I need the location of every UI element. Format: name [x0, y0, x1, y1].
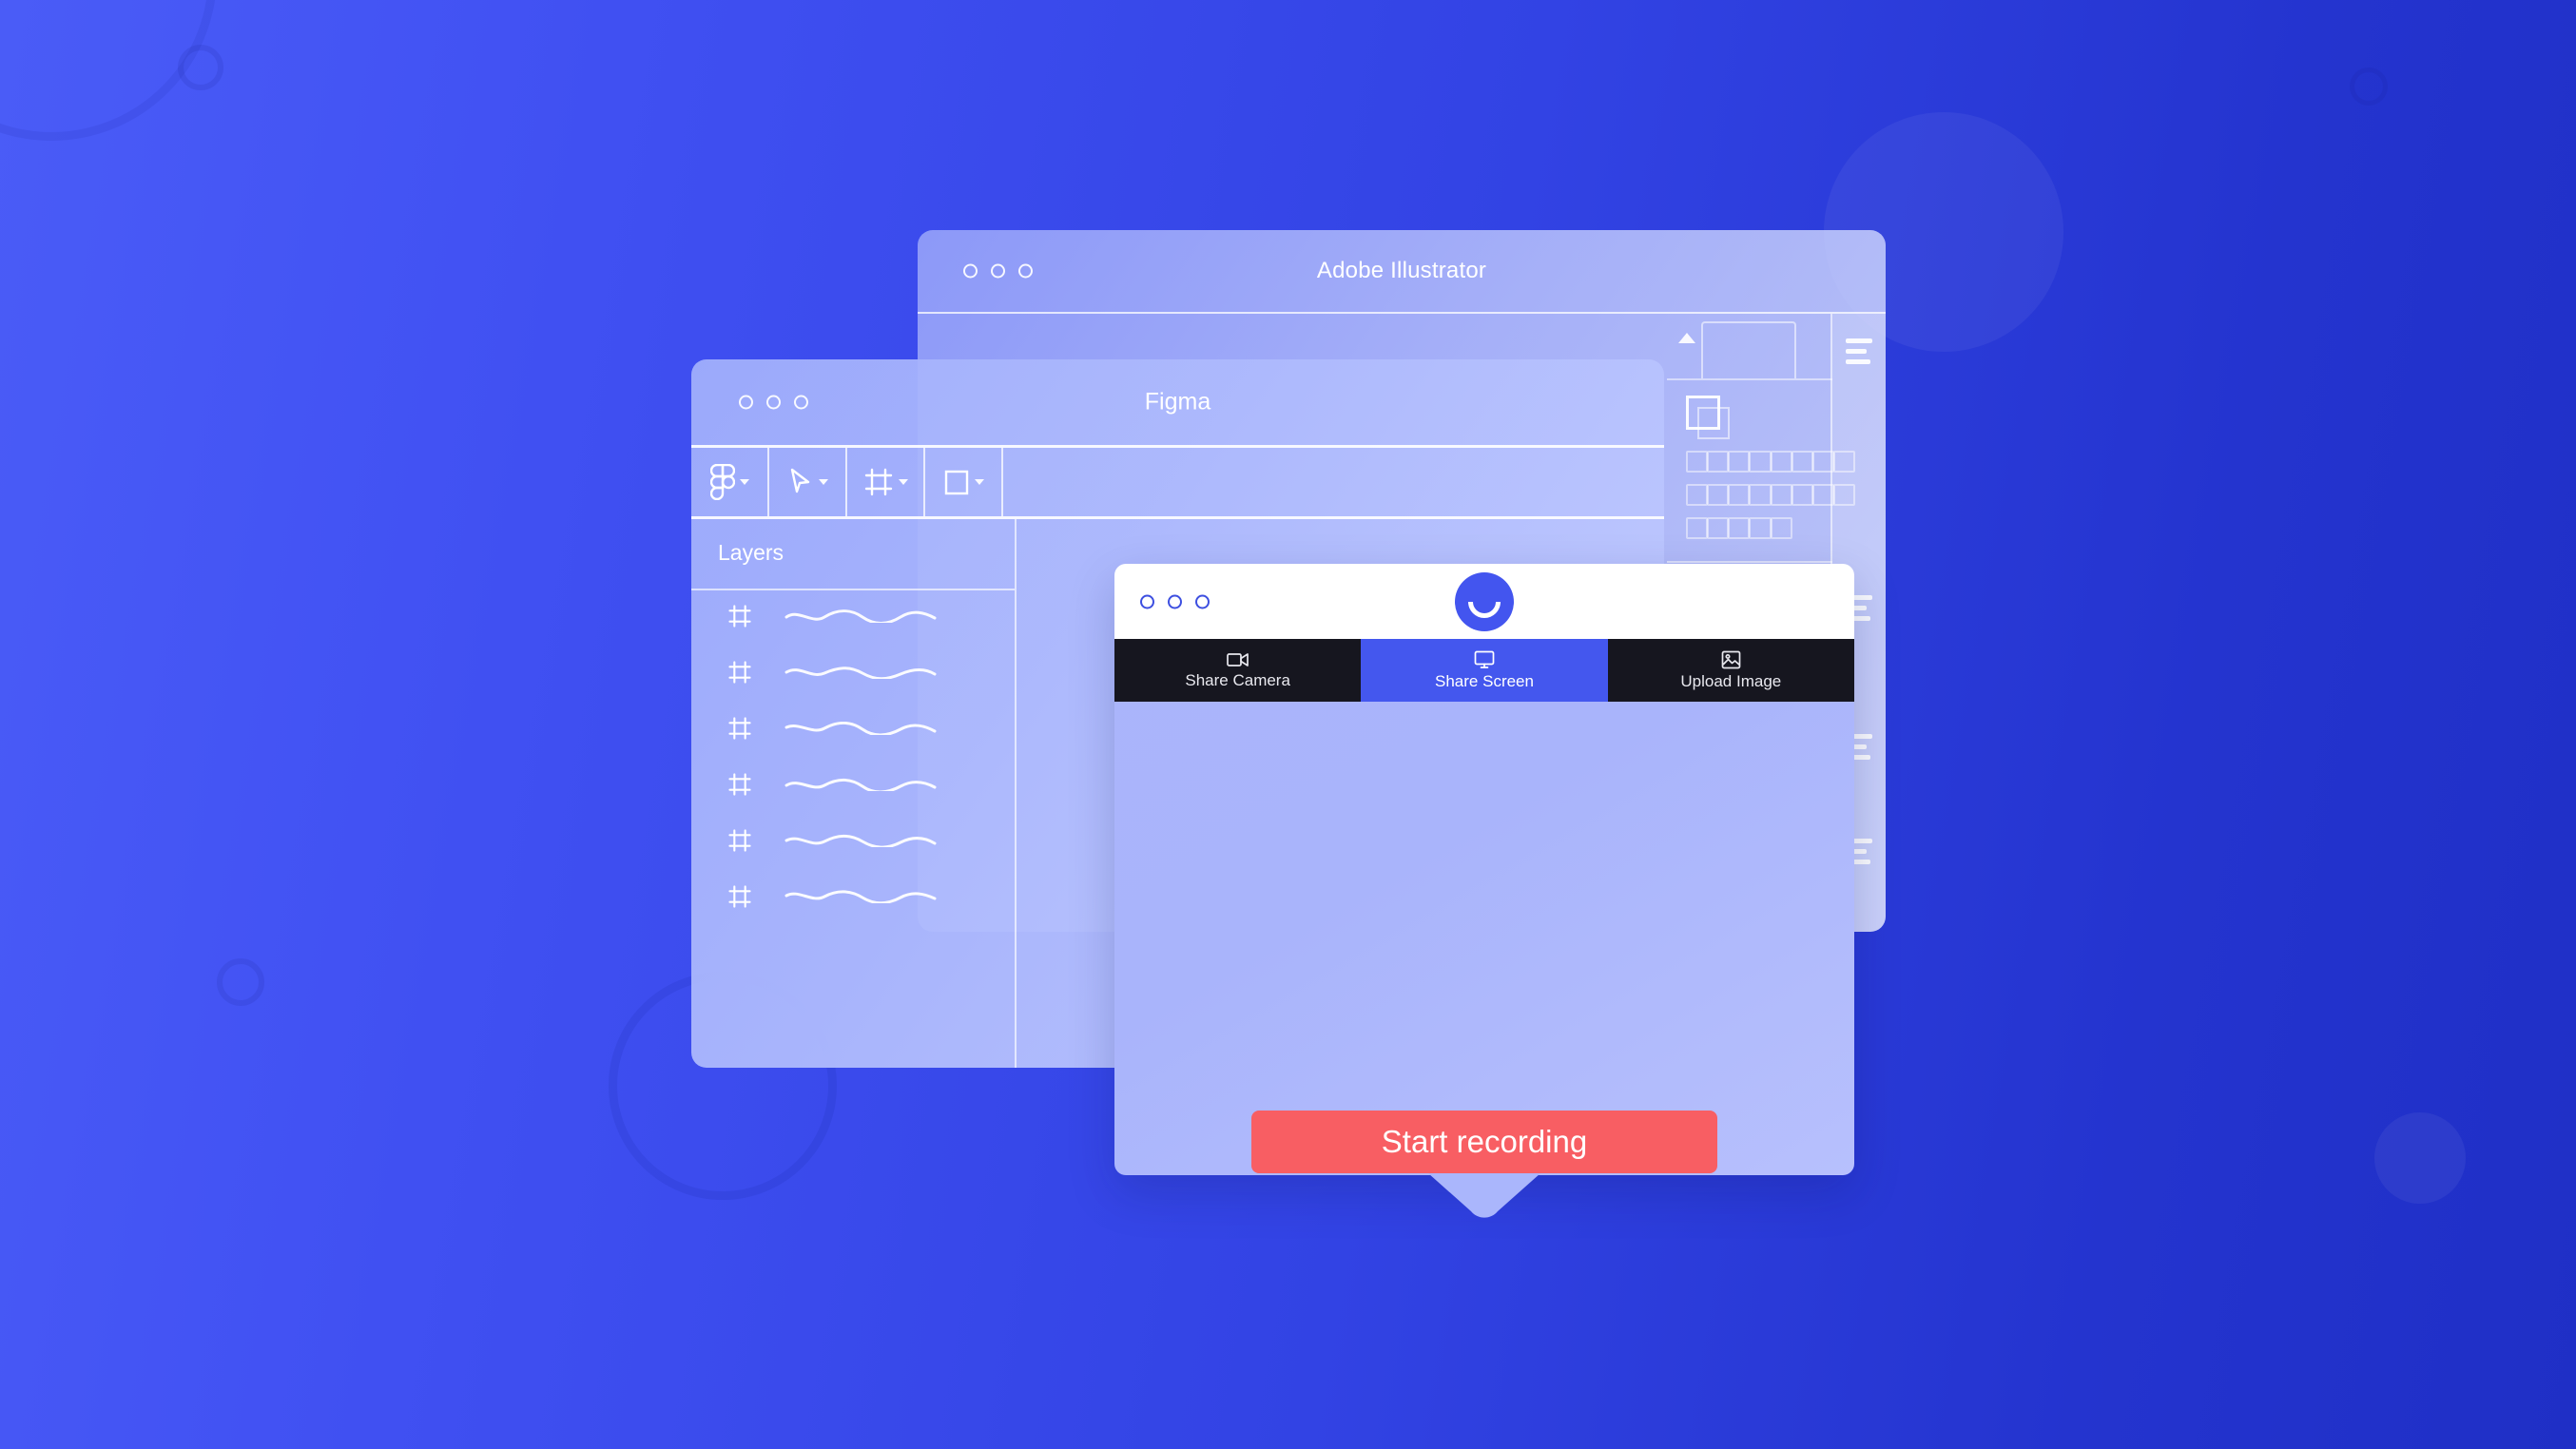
- chevron-down-icon[interactable]: [898, 479, 908, 485]
- illustrator-panel-tabs[interactable]: [1667, 314, 1832, 380]
- frame-icon: [727, 604, 752, 633]
- figma-toolbar: [691, 445, 1664, 519]
- tab-label: Upload Image: [1680, 671, 1782, 690]
- smiley-face-logo-icon: [1455, 571, 1514, 631]
- layer-name-placeholder: [784, 778, 937, 796]
- swatch[interactable]: [1749, 451, 1772, 473]
- decorative-ring-top-left-small: [178, 45, 223, 90]
- swatch[interactable]: [1770, 451, 1792, 473]
- minimize-icon[interactable]: [1168, 594, 1182, 609]
- swatch[interactable]: [1728, 484, 1751, 507]
- smile-arc: [1468, 601, 1501, 618]
- swatch-grid-row-1[interactable]: [1686, 451, 1855, 473]
- chevron-down-icon[interactable]: [739, 479, 749, 485]
- image-icon: [1721, 650, 1741, 669]
- recorder-modal-header: [1114, 564, 1854, 639]
- decorative-ring-left-small: [217, 958, 264, 1006]
- layer-name-placeholder: [784, 834, 937, 852]
- frame-icon: [727, 884, 752, 914]
- maximize-icon[interactable]: [1195, 594, 1210, 609]
- layer-name-placeholder: [784, 722, 937, 740]
- figma-logo-tool[interactable]: [691, 448, 769, 516]
- swatch[interactable]: [1707, 451, 1730, 473]
- decorative-circle-bottom-right: [2374, 1112, 2466, 1204]
- fill-swatch[interactable]: [1686, 396, 1720, 430]
- layer-list-item[interactable]: [691, 759, 1015, 815]
- frame-tool[interactable]: [847, 448, 925, 516]
- illustrator-window-title: Adobe Illustrator: [1316, 258, 1487, 283]
- recorder-modal: Share Camera Share Screen Upload Image S…: [1114, 564, 1854, 1218]
- swatch[interactable]: [1770, 517, 1792, 540]
- tab-share-camera[interactable]: Share Camera: [1114, 639, 1362, 702]
- swatch[interactable]: [1791, 451, 1813, 473]
- frame-icon: [727, 772, 752, 802]
- illustrator-swatches-panel[interactable]: [1667, 378, 1855, 540]
- start-recording-button[interactable]: Start recording: [1251, 1111, 1717, 1173]
- move-tool[interactable]: [769, 448, 847, 516]
- tab-label: Share Screen: [1435, 671, 1534, 690]
- swatch[interactable]: [1728, 451, 1751, 473]
- shape-tool[interactable]: [925, 448, 1003, 516]
- swatch[interactable]: [1686, 517, 1709, 540]
- figma-logo-icon: [709, 464, 735, 500]
- frame-icon: [727, 828, 752, 858]
- layer-list-item[interactable]: [691, 815, 1015, 871]
- chevron-up-icon[interactable]: [1678, 333, 1695, 343]
- figma-layers-sidebar: Layers: [691, 519, 1017, 1068]
- rectangle-icon: [943, 468, 970, 496]
- layer-list-item[interactable]: [691, 703, 1015, 759]
- layer-name-placeholder: [784, 666, 937, 684]
- layer-list-item[interactable]: [691, 590, 1015, 647]
- layers-panel-title: Layers: [718, 540, 784, 565]
- video-camera-icon: [1226, 651, 1249, 668]
- swatch[interactable]: [1791, 484, 1813, 507]
- modal-traffic-lights[interactable]: [1140, 594, 1210, 609]
- decorative-ring-top-left-large: [0, 0, 217, 141]
- figma-titlebar: Figma: [691, 359, 1664, 445]
- close-icon[interactable]: [1140, 594, 1154, 609]
- fill-stroke-swatch-icon[interactable]: [1686, 396, 1730, 439]
- illustrator-panel-tab[interactable]: [1701, 321, 1796, 378]
- swatch[interactable]: [1686, 484, 1709, 507]
- swatch[interactable]: [1749, 517, 1772, 540]
- swatch[interactable]: [1749, 484, 1772, 507]
- frame-icon: [727, 716, 752, 745]
- swatch-grid-row-3[interactable]: [1686, 517, 1821, 540]
- figma-window-title: Figma: [1144, 388, 1211, 415]
- recorder-source-tabs: Share Camera Share Screen Upload Image: [1114, 639, 1854, 702]
- layer-name-placeholder: [784, 890, 937, 908]
- chevron-down-icon[interactable]: [974, 479, 984, 485]
- swatch[interactable]: [1686, 451, 1709, 473]
- frame-icon: [727, 660, 752, 689]
- swatch[interactable]: [1707, 517, 1730, 540]
- chevron-down-icon[interactable]: [818, 479, 828, 485]
- screenshot-canvas: Adobe Illustrator Figma Layers Share Cam…: [0, 0, 2576, 1449]
- modal-pointer-tail: [1428, 1173, 1540, 1219]
- tab-label: Share Camera: [1185, 670, 1290, 689]
- recorder-preview-area: Start recording: [1114, 702, 1854, 1175]
- layer-name-placeholder: [784, 609, 937, 628]
- hamburger-menu-icon[interactable]: [1846, 338, 1872, 370]
- decorative-ring-top-right-small: [2350, 68, 2388, 106]
- swatch[interactable]: [1707, 484, 1730, 507]
- swatch[interactable]: [1770, 484, 1792, 507]
- cursor-arrow-icon: [787, 467, 814, 497]
- layer-list-item[interactable]: [691, 647, 1015, 703]
- tab-share-screen[interactable]: Share Screen: [1361, 639, 1608, 702]
- layer-list-item[interactable]: [691, 871, 1015, 927]
- monitor-icon: [1474, 650, 1495, 669]
- frame-icon: [863, 467, 894, 497]
- swatch[interactable]: [1728, 517, 1751, 540]
- swatch-grid-row-2[interactable]: [1686, 484, 1855, 507]
- tab-upload-image[interactable]: Upload Image: [1607, 639, 1854, 702]
- illustrator-titlebar: Adobe Illustrator: [918, 230, 1886, 314]
